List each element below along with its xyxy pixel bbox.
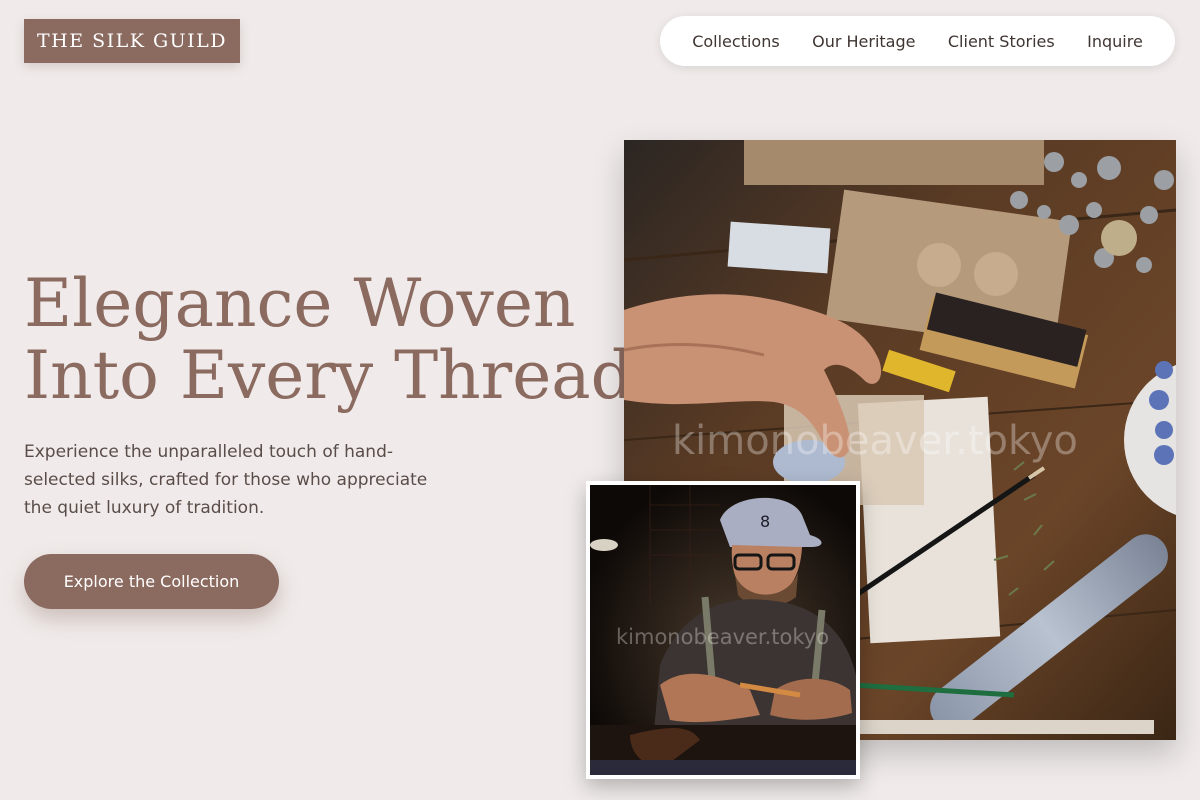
hero-title-line-1: Elegance Woven [24,265,576,342]
hero-title: Elegance Woven Into Every Thread. [24,265,654,414]
artisan-photo-frame: 8 kimonobeaver.tokyo [586,481,860,779]
nav-item-inquire[interactable]: Inquire [1087,32,1143,51]
hero-subtitle: Experience the unparalleled touch of han… [24,442,428,518]
artisan-photo-illustration: 8 [590,485,856,775]
main-nav: Collections Our Heritage Client Stories … [660,16,1175,66]
brand-logo[interactable]: THE SILK GUILD [24,19,240,63]
nav-item-collections[interactable]: Collections [692,32,779,51]
nav-item-our-heritage[interactable]: Our Heritage [812,32,915,51]
artisan-photo: 8 kimonobeaver.tokyo [590,485,856,775]
nav-item-client-stories[interactable]: Client Stories [948,32,1055,51]
svg-text:8: 8 [760,512,770,531]
hero-title-line-2: Into Every Thread. [24,337,654,414]
explore-collection-button[interactable]: Explore the Collection [24,554,279,609]
